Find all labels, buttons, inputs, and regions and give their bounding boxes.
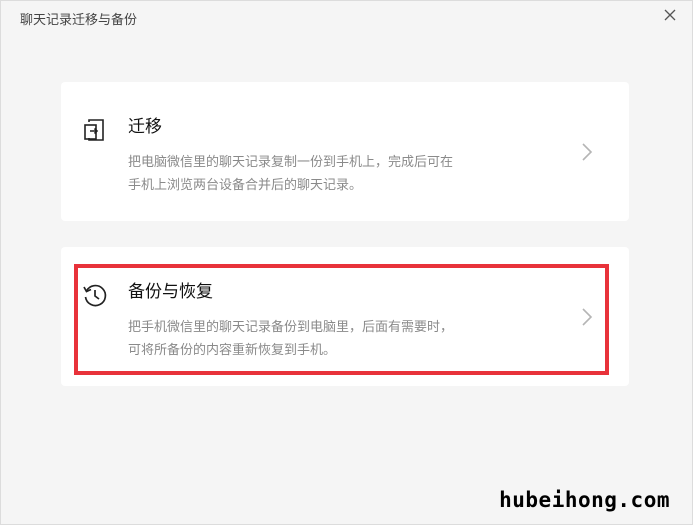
window-title: 聊天记录迁移与备份 xyxy=(20,13,138,28)
watermark-text: hubeihong.com xyxy=(499,488,670,512)
dialog-window: 聊天记录迁移与备份 迁移 把电脑微信里的聊天记录复制一份到手机上，完成后可在 手… xyxy=(0,0,693,525)
close-icon[interactable] xyxy=(662,7,678,23)
backup-desc-line1: 把手机微信里的聊天记录备份到电脑里，后面有需要时， xyxy=(128,320,454,335)
migrate-card[interactable]: 迁移 把电脑微信里的聊天记录复制一份到手机上，完成后可在 手机上浏览两台设备合并… xyxy=(61,82,629,221)
chevron-right-icon xyxy=(582,143,593,161)
migrate-description: 把电脑微信里的聊天记录复制一份到手机上，完成后可在 手机上浏览两台设备合并后的聊… xyxy=(128,151,528,197)
migrate-title: 迁移 xyxy=(128,117,162,137)
history-icon xyxy=(83,284,107,307)
migrate-desc-line1: 把电脑微信里的聊天记录复制一份到手机上，完成后可在 xyxy=(128,155,454,170)
migrate-desc-line2: 手机上浏览两台设备合并后的聊天记录。 xyxy=(128,178,363,193)
chevron-right-icon xyxy=(582,308,593,326)
backup-restore-card[interactable]: 备份与恢复 把手机微信里的聊天记录备份到电脑里，后面有需要时， 可将所备份的内容… xyxy=(61,247,629,386)
backup-title: 备份与恢复 xyxy=(128,282,213,302)
backup-desc-line2: 可将所备份的内容重新恢复到手机。 xyxy=(128,343,337,358)
backup-description: 把手机微信里的聊天记录备份到电脑里，后面有需要时， 可将所备份的内容重新恢复到手… xyxy=(128,316,528,362)
migrate-icon xyxy=(84,119,104,141)
